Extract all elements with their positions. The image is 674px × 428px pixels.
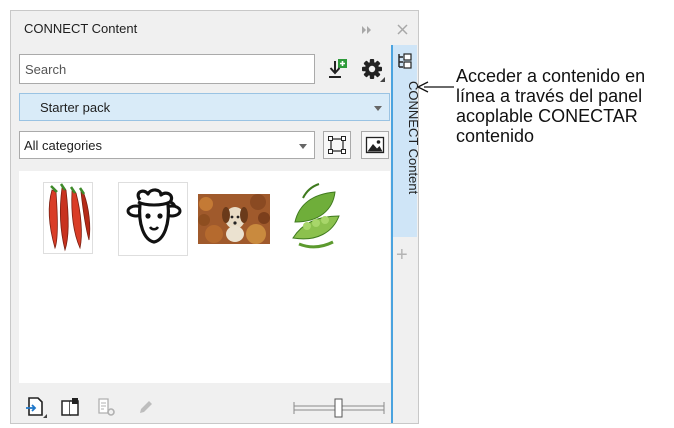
image-icon <box>365 136 385 154</box>
content-gallery <box>19 171 390 383</box>
close-panel-icon[interactable] <box>397 11 408 47</box>
connect-content-tab-icon <box>398 53 412 69</box>
gear-icon <box>362 59 385 82</box>
tab-connect-content-label: CONNECT Content <box>406 81 421 195</box>
chevron-down-icon <box>299 144 307 149</box>
import-document-icon <box>26 397 47 418</box>
add-docker-icon[interactable]: + <box>396 245 408 265</box>
pack-select[interactable]: Starter pack <box>19 93 390 121</box>
edit-button <box>133 394 159 420</box>
document-properties-button <box>93 394 119 420</box>
pencil-icon <box>140 401 152 413</box>
open-in-new-document-button[interactable] <box>57 394 83 420</box>
bitmap-view-button[interactable] <box>361 131 389 159</box>
import-to-document-button[interactable] <box>23 394 49 420</box>
vector-frame-icon <box>328 136 346 154</box>
thumbnail-green-peas[interactable] <box>289 182 341 254</box>
new-document-icon <box>61 398 79 416</box>
callout-text: Acceder a contenido en línea a través de… <box>456 66 646 146</box>
callout-arrow <box>416 81 454 93</box>
panel-titlebar: CONNECT Content <box>11 11 418 47</box>
thumbnail-dog-in-leaves[interactable] <box>198 194 270 244</box>
connect-content-panel: CONNECT Content Search Starter pack All … <box>10 10 421 424</box>
panel-title: CONNECT Content <box>24 21 138 36</box>
settings-button[interactable] <box>359 56 387 84</box>
import-button[interactable] <box>325 56 351 82</box>
vector-view-button[interactable] <box>323 131 351 159</box>
thumbnail-sheep-icon[interactable] <box>118 182 188 256</box>
thumbnail-chili-peppers[interactable] <box>43 182 93 254</box>
tab-connect-content[interactable]: CONNECT Content <box>391 45 421 237</box>
panel-bottom-toolbar <box>11 392 390 422</box>
collapse-panel-icon[interactable] <box>361 11 373 47</box>
search-input[interactable] <box>20 55 305 83</box>
thumbnail-size-slider[interactable] <box>293 397 385 419</box>
pack-select-value: Starter pack <box>40 100 111 115</box>
category-select-value: All categories <box>24 138 103 153</box>
search-field[interactable] <box>19 54 315 84</box>
panel-content: Starter pack All categories <box>11 47 390 423</box>
category-select[interactable]: All categories <box>19 131 315 159</box>
import-icon <box>329 59 347 78</box>
tab-strip-divider <box>391 237 393 423</box>
chevron-down-icon <box>374 106 382 111</box>
document-settings-icon <box>98 398 115 416</box>
